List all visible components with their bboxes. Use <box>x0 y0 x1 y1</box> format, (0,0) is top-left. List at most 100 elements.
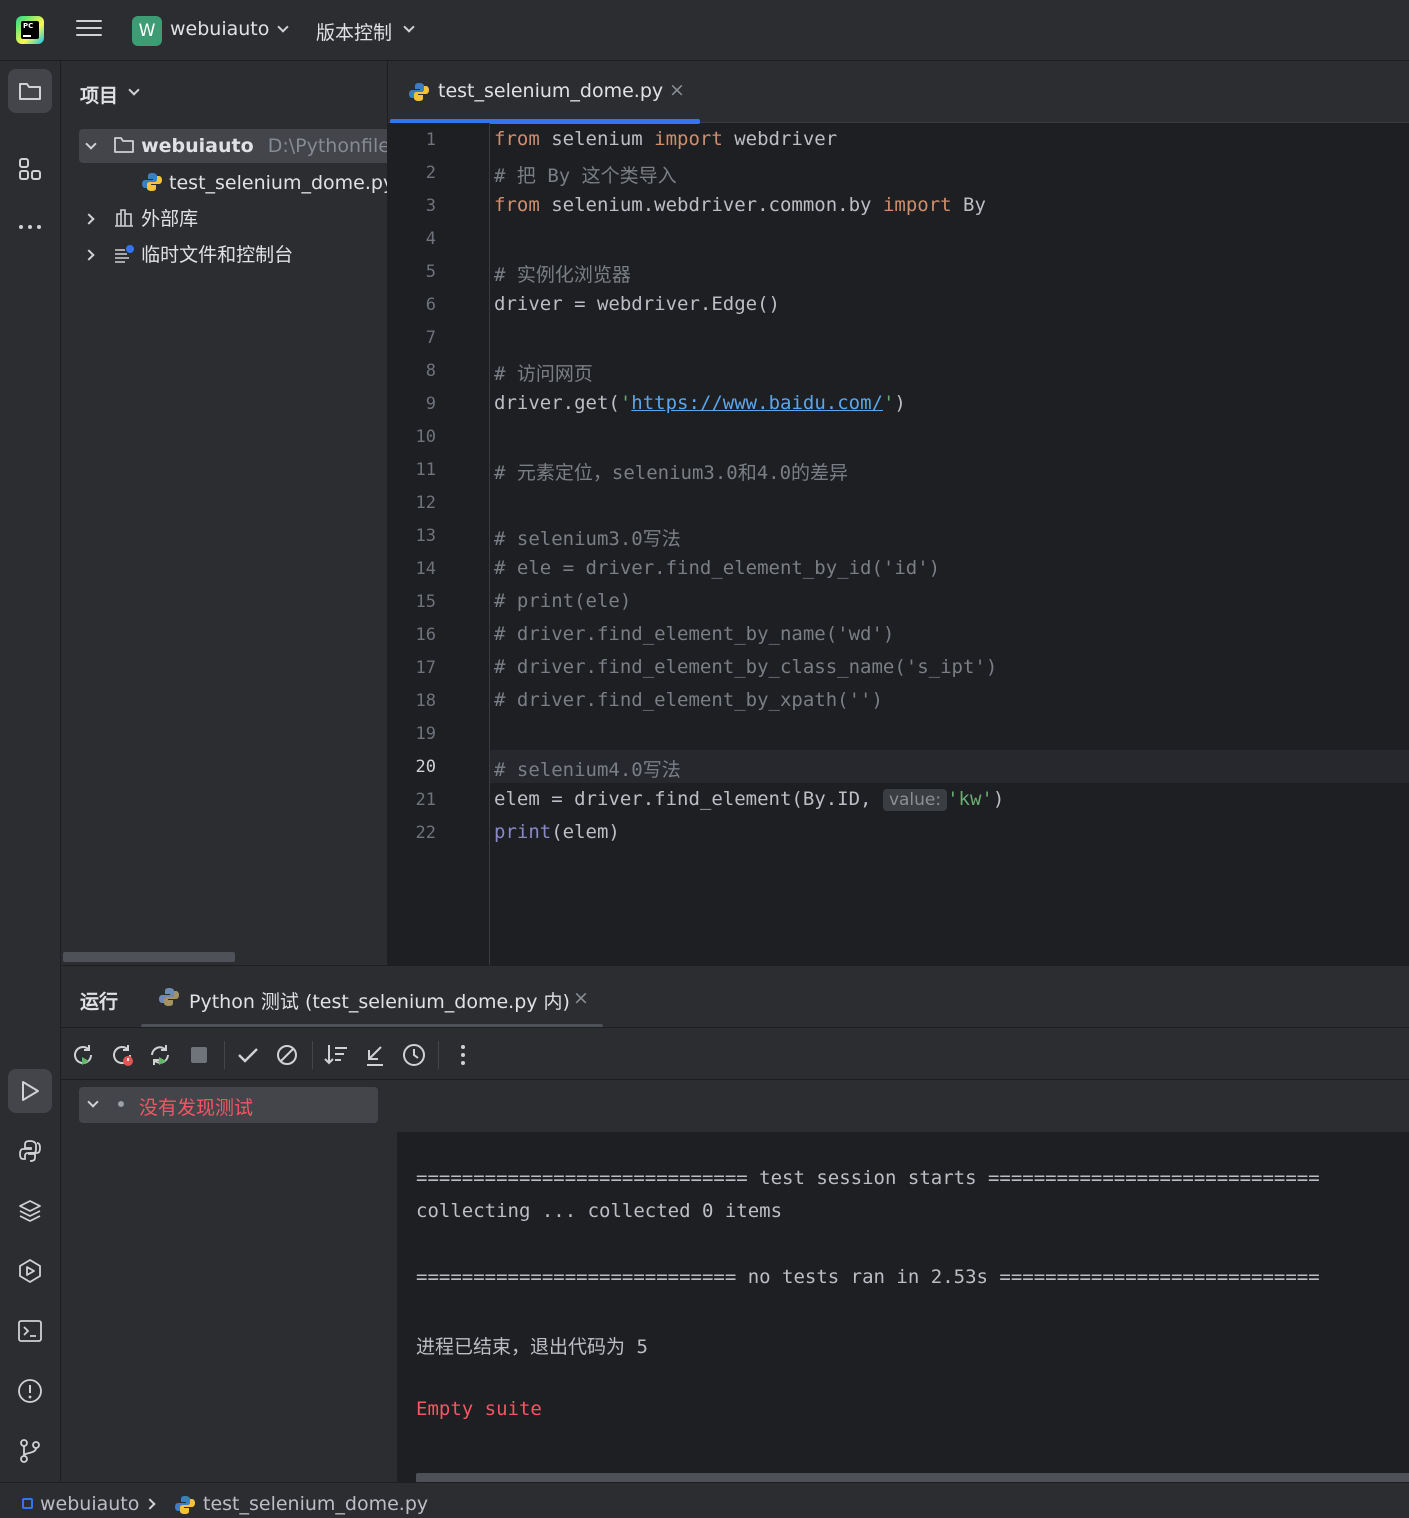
chevron-right-icon[interactable] <box>83 249 95 261</box>
terminal-button[interactable] <box>8 1309 52 1353</box>
chevron-right-icon <box>144 1498 156 1510</box>
services-icon <box>19 1258 41 1284</box>
show-passed-icon[interactable] <box>234 1041 262 1069</box>
vcs-menu[interactable]: 版本控制 <box>316 18 392 45</box>
project-tool-button[interactable] <box>8 69 52 113</box>
code-line[interactable]: # driver.find_element_by_name('wd') <box>494 623 894 645</box>
folder-icon <box>114 137 134 153</box>
code-line[interactable]: # print(ele) <box>494 590 631 612</box>
stop-icon[interactable] <box>185 1041 213 1069</box>
code-line[interactable]: driver.get('https://www.baidu.com/') <box>494 392 906 414</box>
python-icon <box>19 1140 41 1162</box>
code-line[interactable]: # driver.find_element_by_xpath('') <box>494 689 883 711</box>
tree-item-file[interactable]: test_selenium_dome.py <box>141 166 388 200</box>
rerun-icon[interactable] <box>69 1041 97 1069</box>
project-switcher[interactable]: webuiauto <box>170 18 269 40</box>
run-configuration-tab[interactable]: Python 测试 (test_selenium_dome.py 内) <box>189 987 570 1014</box>
chevron-down-icon[interactable] <box>128 84 140 96</box>
chevron-right-icon[interactable] <box>83 213 95 225</box>
python-test-icon <box>159 988 179 1006</box>
layers-icon <box>19 1200 41 1222</box>
console-line: ============================= test sessi… <box>416 1167 1320 1189</box>
line-number: 4 <box>425 229 436 249</box>
inlay-hint: value: <box>882 789 948 811</box>
code-line[interactable]: print(elem) <box>494 821 620 843</box>
project-panel-title[interactable]: 项目 <box>80 81 118 108</box>
rerun-failed-icon[interactable] <box>108 1041 136 1069</box>
run-toolbar <box>61 1027 1409 1080</box>
console-header <box>397 1080 1409 1132</box>
tree-item-label: 临时文件和控制台 <box>141 244 294 266</box>
project-icon <box>22 1498 33 1509</box>
code-line[interactable]: # selenium4.0写法 <box>494 755 681 782</box>
collapse-icon[interactable] <box>361 1041 389 1069</box>
breadcrumb-file[interactable]: test_selenium_dome.py <box>203 1493 428 1515</box>
line-number: 7 <box>425 328 436 348</box>
code-line[interactable]: driver = webdriver.Edge() <box>494 293 780 315</box>
line-number: 19 <box>415 724 436 744</box>
code-line[interactable]: # 元素定位，selenium3.0和4.0的差异 <box>494 458 848 485</box>
tree-item-path: D:\Pythonfiles\ <box>267 135 387 157</box>
close-icon[interactable]: × <box>573 987 589 1009</box>
python-packages-button[interactable] <box>8 1189 52 1233</box>
python-console-button[interactable] <box>8 1129 52 1173</box>
line-number: 16 <box>415 625 436 645</box>
editor-tab[interactable]: test_selenium_dome.py × <box>388 61 700 124</box>
chevron-down-icon[interactable] <box>277 21 289 33</box>
tree-item-label: test_selenium_dome.py <box>169 172 388 194</box>
code-line[interactable]: # 访问网页 <box>494 359 593 386</box>
problems-button[interactable] <box>8 1369 52 1413</box>
sort-icon[interactable] <box>322 1041 350 1069</box>
horizontal-scrollbar[interactable] <box>63 952 235 962</box>
services-button[interactable] <box>8 1249 52 1293</box>
tree-item-scratches[interactable]: 临时文件和控制台 <box>79 238 293 272</box>
close-icon[interactable]: × <box>669 79 685 101</box>
code-line[interactable]: from selenium.webdriver.common.by import… <box>494 194 986 216</box>
code-line[interactable]: # 实例化浏览器 <box>494 260 631 287</box>
python-file-icon <box>175 1496 195 1514</box>
pycharm-logo-icon[interactable]: PC <box>16 16 44 44</box>
git-branch-icon <box>20 1439 40 1463</box>
line-number: 5 <box>425 262 436 282</box>
line-number: 14 <box>415 559 436 579</box>
run-tool-button[interactable] <box>8 1069 52 1113</box>
code-line[interactable]: # ele = driver.find_element_by_id('id') <box>494 557 940 579</box>
console-line: collecting ... collected 0 items <box>416 1200 783 1222</box>
structure-tool-button[interactable] <box>8 147 52 191</box>
main-menu-icon[interactable] <box>76 20 102 42</box>
line-number: 21 <box>415 790 436 810</box>
more-tools-button[interactable] <box>8 205 52 249</box>
history-icon[interactable] <box>400 1041 428 1069</box>
line-number: 6 <box>425 295 436 315</box>
breadcrumb-project[interactable]: webuiauto <box>40 1493 139 1515</box>
warning-circle-icon <box>18 1379 42 1403</box>
python-file-icon <box>409 83 429 101</box>
console-error-line: Empty suite <box>416 1398 542 1420</box>
url-link[interactable]: https://www.baidu.com/ <box>631 392 883 414</box>
run-panel-title: 运行 <box>80 991 119 1013</box>
chevron-down-icon[interactable] <box>87 1096 99 1108</box>
toggle-auto-test-icon[interactable] <box>146 1041 174 1069</box>
line-number: 10 <box>415 427 436 447</box>
line-number: 17 <box>415 658 436 678</box>
project-avatar[interactable]: W <box>132 16 162 46</box>
tree-item-project-root[interactable]: webuiauto D:\Pythonfiles\ <box>79 129 387 163</box>
show-ignored-icon[interactable] <box>273 1041 301 1069</box>
chevron-down-icon[interactable] <box>403 21 415 33</box>
chevron-down-icon[interactable] <box>85 138 97 150</box>
code-line[interactable]: elem = driver.find_element(By.ID, value:… <box>494 788 1004 811</box>
git-button[interactable] <box>8 1429 52 1473</box>
tree-item-external-libraries[interactable]: 外部库 <box>79 202 198 236</box>
editor-tab-label: test_selenium_dome.py <box>438 80 664 102</box>
tool-window-strip <box>0 61 61 1482</box>
code-line[interactable]: # driver.find_element_by_class_name('s_i… <box>494 656 997 678</box>
library-icon <box>115 209 134 227</box>
line-number: 1 <box>425 130 436 150</box>
code-line[interactable]: # selenium3.0写法 <box>494 524 681 551</box>
code-line[interactable]: from selenium import webdriver <box>494 128 837 150</box>
console-output[interactable]: ============================= test sessi… <box>397 1080 1409 1483</box>
more-vertical-icon[interactable] <box>449 1041 477 1069</box>
test-tree-root[interactable]: 没有发现测试 <box>79 1087 378 1123</box>
scratches-icon <box>115 245 135 263</box>
code-line[interactable]: # 把 By 这个类导入 <box>494 161 677 188</box>
